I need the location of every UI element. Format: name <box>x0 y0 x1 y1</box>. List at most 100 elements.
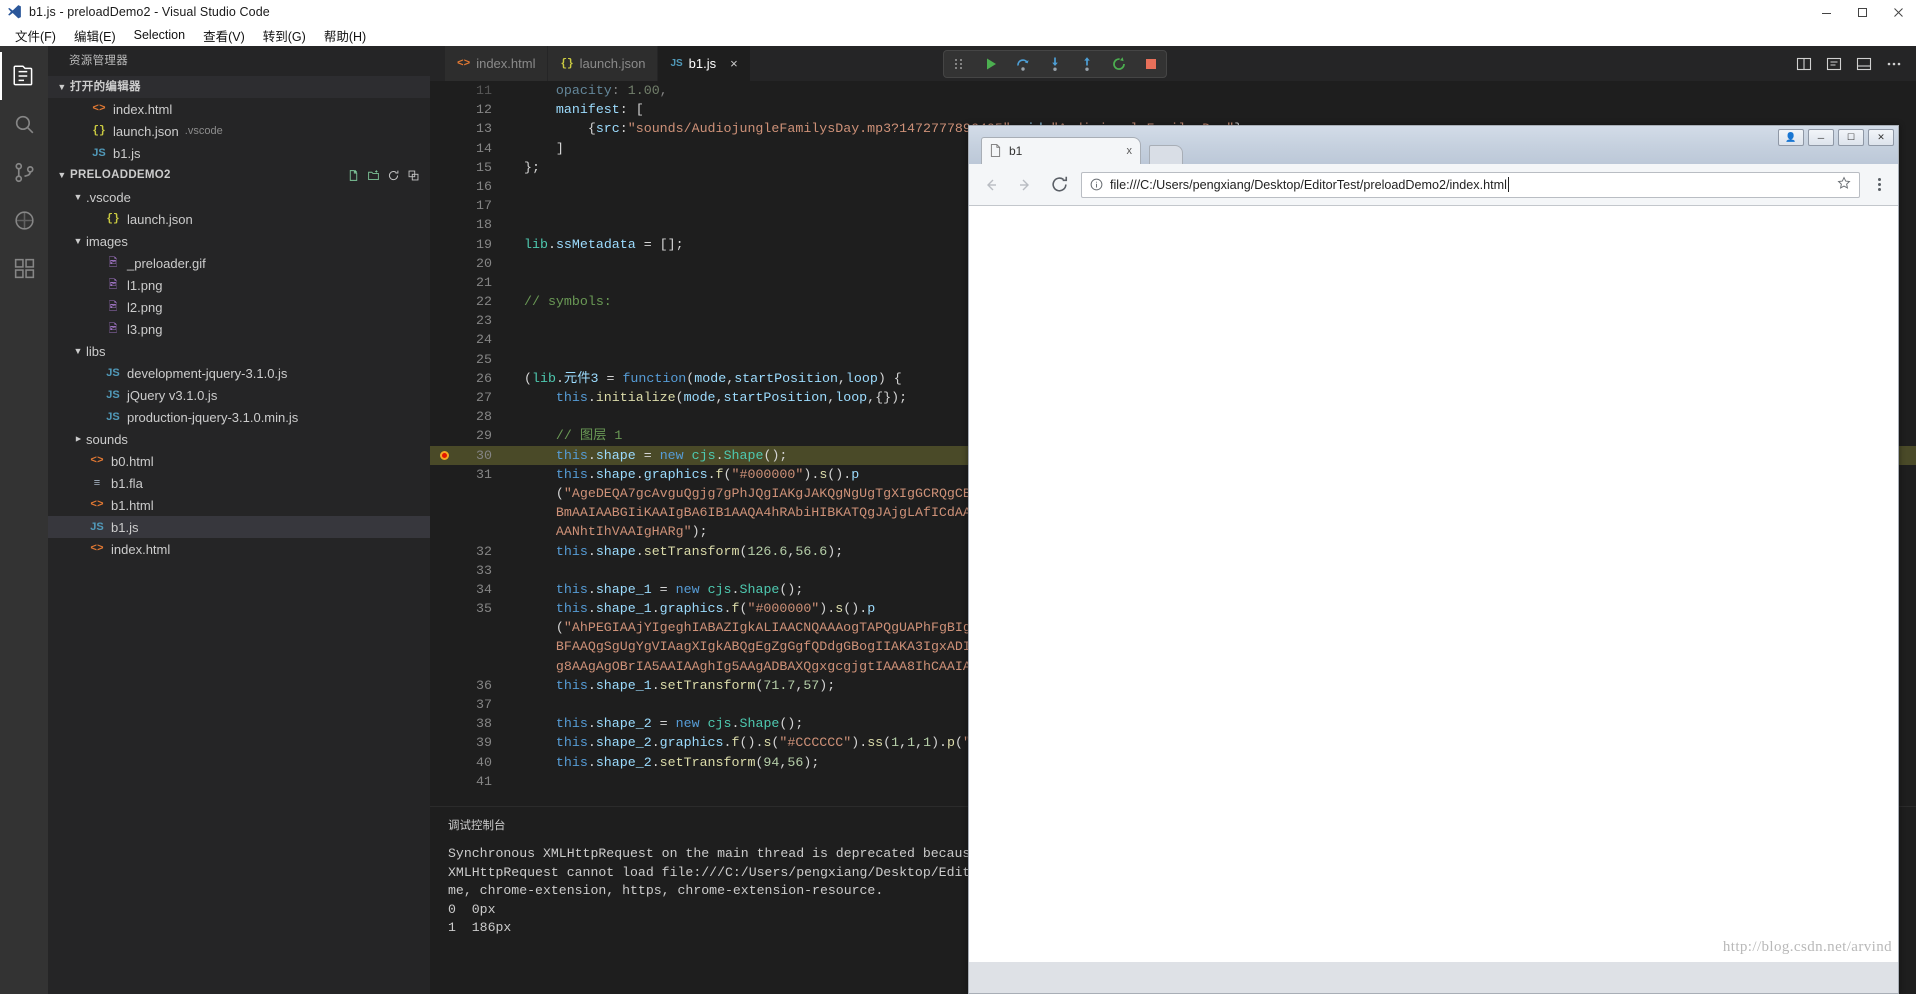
address-bar[interactable]: file:///C:/Users/pengxiang/Desktop/Edito… <box>1081 172 1860 198</box>
source-control-icon[interactable] <box>0 148 48 196</box>
watermark: http://blog.csdn.net/arvind <box>1723 939 1892 956</box>
explorer-title: 资源管理器 <box>48 46 430 76</box>
close-icon[interactable]: x <box>1127 145 1133 157</box>
info-circle-icon[interactable] <box>1090 178 1103 191</box>
menu-edit[interactable]: 编辑(E) <box>65 24 125 47</box>
stop-icon[interactable] <box>1142 55 1160 73</box>
tree-item-l2-png[interactable]: 🖻 l2.png <box>48 296 430 318</box>
menu-selection[interactable]: Selection <box>125 26 194 44</box>
console-line: 1 186px <box>448 920 511 935</box>
tree-item-label: b0.html <box>111 454 154 469</box>
tree-item-images[interactable]: ▼ images <box>48 230 430 252</box>
project-header[interactable]: ▼ PRELOADDEMO2 <box>48 164 430 186</box>
new-file-icon[interactable] <box>347 169 360 182</box>
close-icon[interactable] <box>1880 1 1916 23</box>
html-file-icon: <> <box>88 455 106 467</box>
tree-item-l1-png[interactable]: 🖻 l1.png <box>48 274 430 296</box>
tree-item-label: .vscode <box>86 190 131 205</box>
three-dot-menu-icon[interactable] <box>1870 178 1888 191</box>
more-actions-icon[interactable] <box>1886 56 1902 72</box>
menu-file[interactable]: 文件(F) <box>6 24 65 47</box>
chrome-tab-b1[interactable]: b1 x <box>981 137 1141 164</box>
chevron-down-icon: ▼ <box>70 346 86 356</box>
html-file-icon: <> <box>88 543 106 555</box>
line-number: 40 <box>430 753 516 772</box>
line-number: 28 <box>430 407 516 426</box>
tree-item-b1-html[interactable]: <> b1.html <box>48 494 430 516</box>
tree-item-preloader-gif[interactable]: 🖻 _preloader.gif <box>48 252 430 274</box>
step-out-icon[interactable] <box>1078 55 1096 73</box>
drag-handle-icon[interactable] <box>950 55 968 73</box>
explorer-icon[interactable] <box>0 52 48 100</box>
line-number <box>430 484 516 503</box>
tab-close-icon[interactable]: × <box>730 56 738 71</box>
tree-item-jquery[interactable]: JS jQuery v3.1.0.js <box>48 384 430 406</box>
image-file-icon: 🖻 <box>104 254 122 273</box>
restart-icon[interactable] <box>1110 55 1128 73</box>
tree-item-vscode[interactable]: ▼ .vscode <box>48 186 430 208</box>
user-profile-icon[interactable]: 👤 <box>1778 129 1804 146</box>
tab-launch-json[interactable]: {} launch.json <box>548 46 658 81</box>
toggle-panel-icon[interactable] <box>1856 56 1872 72</box>
forward-arrow-icon[interactable] <box>1013 173 1037 197</box>
debug-icon[interactable] <box>0 196 48 244</box>
tree-item-development-jquery[interactable]: JS development-jquery-3.1.0.js <box>48 362 430 384</box>
new-folder-icon[interactable] <box>367 169 380 182</box>
tree-item-sounds[interactable]: ▼ sounds <box>48 428 430 450</box>
menu-help[interactable]: 帮助(H) <box>315 24 375 47</box>
back-arrow-icon[interactable] <box>979 173 1003 197</box>
split-editor-icon[interactable] <box>1796 56 1812 72</box>
reload-icon[interactable] <box>1047 173 1071 197</box>
menu-view[interactable]: 查看(V) <box>194 24 254 47</box>
menu-goto[interactable]: 转到(G) <box>254 24 315 47</box>
line-number: 17 <box>430 196 516 215</box>
continue-icon[interactable] <box>982 55 1000 73</box>
tab-label: b1.js <box>689 56 716 71</box>
open-editors-header[interactable]: ▼ 打开的编辑器 <box>48 76 430 98</box>
maximize-icon[interactable] <box>1844 1 1880 23</box>
image-file-icon: 🖻 <box>104 276 122 295</box>
tree-item-libs[interactable]: ▼ libs <box>48 340 430 362</box>
tree-item-label: b1.html <box>111 498 154 513</box>
step-into-icon[interactable] <box>1046 55 1064 73</box>
browser-page-content[interactable]: http://blog.csdn.net/arvind <box>969 206 1898 962</box>
line-number <box>430 657 516 676</box>
search-icon[interactable] <box>0 100 48 148</box>
vscode-logo-icon <box>3 1 25 23</box>
line-number: 20 <box>430 254 516 273</box>
tree-item-production-jquery[interactable]: JS production-jquery-3.1.0.min.js <box>48 406 430 428</box>
open-editor-suffix: .vscode <box>185 125 223 137</box>
collapse-all-icon[interactable] <box>407 169 420 182</box>
step-over-icon[interactable] <box>1014 55 1032 73</box>
image-file-icon: 🖻 <box>104 320 122 339</box>
tab-b1-js[interactable]: JS b1.js × <box>658 46 750 81</box>
breakpoint-icon[interactable] <box>440 451 449 460</box>
tree-item-l3-png[interactable]: 🖻 l3.png <box>48 318 430 340</box>
tree-item-b1-js[interactable]: JS b1.js <box>48 516 430 538</box>
maximize-icon[interactable]: ☐ <box>1838 129 1864 146</box>
tab-index-html[interactable]: <> index.html <box>445 46 548 81</box>
line-number: 15 <box>430 158 516 177</box>
console-line: 0 0px <box>448 902 495 917</box>
line-number: 38 <box>430 714 516 733</box>
extensions-icon[interactable] <box>0 244 48 292</box>
minimize-icon[interactable]: ─ <box>1808 129 1834 146</box>
tree-item-b1-fla[interactable]: ≡ b1.fla <box>48 472 430 494</box>
new-tab-button[interactable] <box>1149 145 1183 164</box>
close-icon[interactable]: ✕ <box>1868 129 1894 146</box>
line-number: 37 <box>430 695 516 714</box>
refresh-icon[interactable] <box>387 169 400 182</box>
debug-toolbar <box>943 50 1167 78</box>
tree-item-b0-html[interactable]: <> b0.html <box>48 450 430 472</box>
open-editor-item-b1-js[interactable]: JS b1.js <box>48 142 430 164</box>
code-line: 12 manifest: [ <box>430 100 1916 119</box>
star-icon[interactable] <box>1837 176 1851 193</box>
line-number: 35 <box>430 599 516 618</box>
open-editor-item-index-html[interactable]: <> index.html <box>48 98 430 120</box>
minimize-icon[interactable] <box>1808 1 1844 23</box>
tree-item-launch-json[interactable]: {} launch.json <box>48 208 430 230</box>
tree-item-index-html[interactable]: <> index.html <box>48 538 430 560</box>
open-changes-icon[interactable] <box>1826 56 1842 72</box>
js-file-icon: JS <box>88 521 106 533</box>
open-editor-item-launch-json[interactable]: {} launch.json .vscode <box>48 120 430 142</box>
